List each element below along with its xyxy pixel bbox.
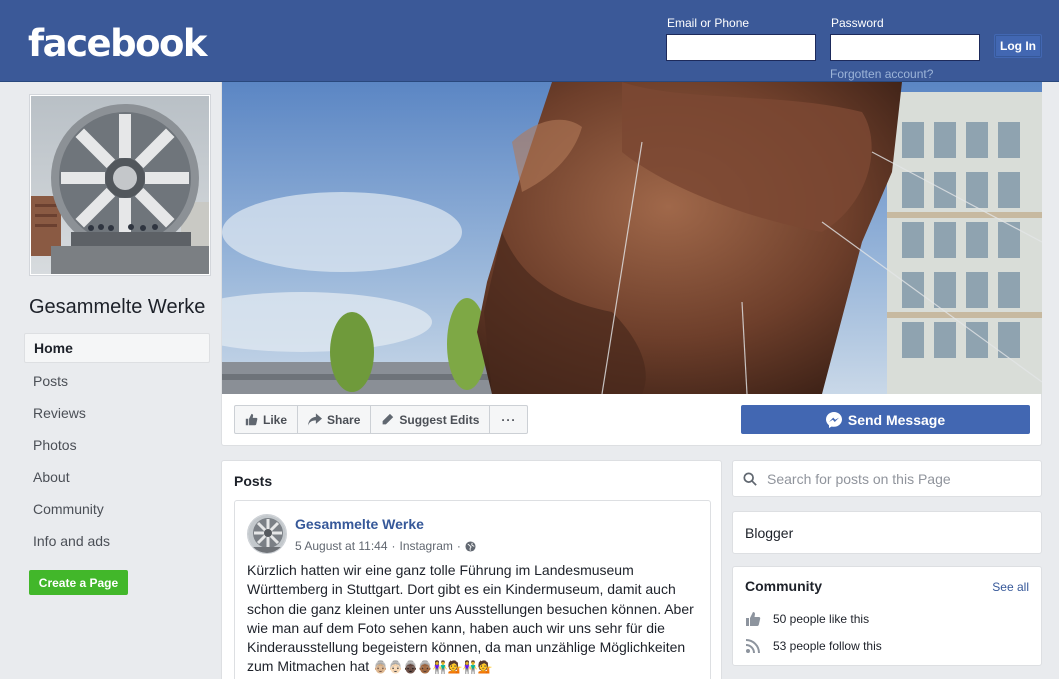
follows-row: 53 people follow this — [745, 638, 882, 654]
likes-count: 50 people like this — [773, 612, 870, 626]
pencil-icon — [383, 413, 394, 425]
password-label: Password — [831, 16, 884, 30]
post-text: Kürzlich hatten wir eine ganz tolle Führ… — [247, 562, 694, 675]
page-title[interactable]: Gesammelte Werke — [29, 296, 205, 319]
search-icon — [743, 472, 757, 486]
likes-row: 50 people like this — [745, 611, 869, 627]
post-timestamp[interactable]: 5 August at 11:44 — [295, 539, 388, 553]
email-label: Email or Phone — [667, 16, 750, 30]
see-all-link[interactable]: See all — [992, 580, 1029, 594]
cover-sculpture-image — [222, 82, 1042, 394]
page-navigation: Home Posts Reviews Photos About Communit… — [24, 333, 210, 557]
top-navigation-bar: facebook Email or Phone Password Log In … — [0, 0, 1059, 82]
thumbs-up-icon — [746, 612, 761, 626]
meta-separator: · — [391, 539, 396, 553]
posts-heading: Posts — [234, 473, 273, 489]
follows-count: 53 people follow this — [773, 639, 882, 653]
post-emojis: 👵🏼👵🏻👵🏿👵🏾👫💁👫💁 — [373, 660, 493, 675]
nav-item-posts[interactable]: Posts — [24, 365, 210, 397]
more-options-button[interactable]: ··· — [490, 406, 527, 433]
post-source[interactable]: Instagram — [400, 539, 453, 553]
forgotten-account-link[interactable]: Forgotten account? — [830, 67, 933, 81]
nav-item-info-and-ads[interactable]: Info and ads — [24, 525, 210, 557]
login-button[interactable]: Log In — [994, 34, 1042, 58]
send-message-button[interactable]: Send Message — [741, 405, 1030, 434]
page-category[interactable]: Blogger — [745, 525, 793, 541]
nav-item-photos[interactable]: Photos — [24, 429, 210, 461]
tunnel-boring-machine-thumbnail — [248, 515, 286, 553]
create-page-button[interactable]: Create a Page — [29, 570, 128, 595]
nav-item-community[interactable]: Community — [24, 493, 210, 525]
cover-card: Like Share Suggest Edits ··· Send Messag… — [221, 82, 1042, 446]
messenger-icon — [825, 411, 842, 428]
community-card: Community See all 50 people like this 53… — [732, 566, 1042, 666]
share-arrow-icon — [308, 413, 323, 426]
send-message-label: Send Message — [847, 411, 946, 428]
post-author-name[interactable]: Gesammelte Werke — [295, 516, 424, 532]
post-body: Kürzlich hatten wir eine ganz tolle Führ… — [247, 561, 702, 678]
like-label: Like — [263, 412, 288, 427]
posts-section: Posts Gesammelte Werke 5 August at 11:44… — [221, 460, 722, 679]
meta-separator: · — [456, 539, 461, 553]
tunnel-boring-machine-image — [31, 96, 209, 274]
category-card: Blogger — [732, 511, 1042, 554]
page-action-bar: Like Share Suggest Edits ··· — [234, 405, 529, 434]
nav-item-about[interactable]: About — [24, 461, 210, 493]
globe-icon[interactable] — [465, 540, 476, 552]
community-title: Community — [745, 578, 822, 594]
suggest-edits-button[interactable]: Suggest Edits — [371, 406, 491, 433]
post-author-avatar[interactable] — [247, 514, 287, 554]
cover-photo[interactable] — [222, 82, 1042, 394]
facebook-logo[interactable]: facebook — [28, 22, 208, 65]
like-button[interactable]: Like — [235, 406, 299, 433]
profile-picture[interactable] — [29, 94, 211, 276]
password-field[interactable] — [830, 34, 980, 61]
email-field[interactable] — [666, 34, 816, 61]
post-meta: 5 August at 11:44 · Instagram · — [295, 539, 476, 553]
share-label: Share — [327, 412, 361, 427]
share-button[interactable]: Share — [298, 406, 372, 433]
rss-follow-icon — [745, 639, 760, 654]
page-search-box — [732, 460, 1042, 497]
nav-item-home[interactable]: Home — [24, 333, 210, 363]
nav-item-reviews[interactable]: Reviews — [24, 397, 210, 429]
thumbs-up-icon — [245, 413, 258, 426]
more-dots-icon: ··· — [501, 412, 517, 427]
post-card: Gesammelte Werke 5 August at 11:44 · Ins… — [234, 500, 711, 679]
page-search-input[interactable] — [767, 471, 1027, 487]
suggest-edits-label: Suggest Edits — [399, 412, 480, 427]
